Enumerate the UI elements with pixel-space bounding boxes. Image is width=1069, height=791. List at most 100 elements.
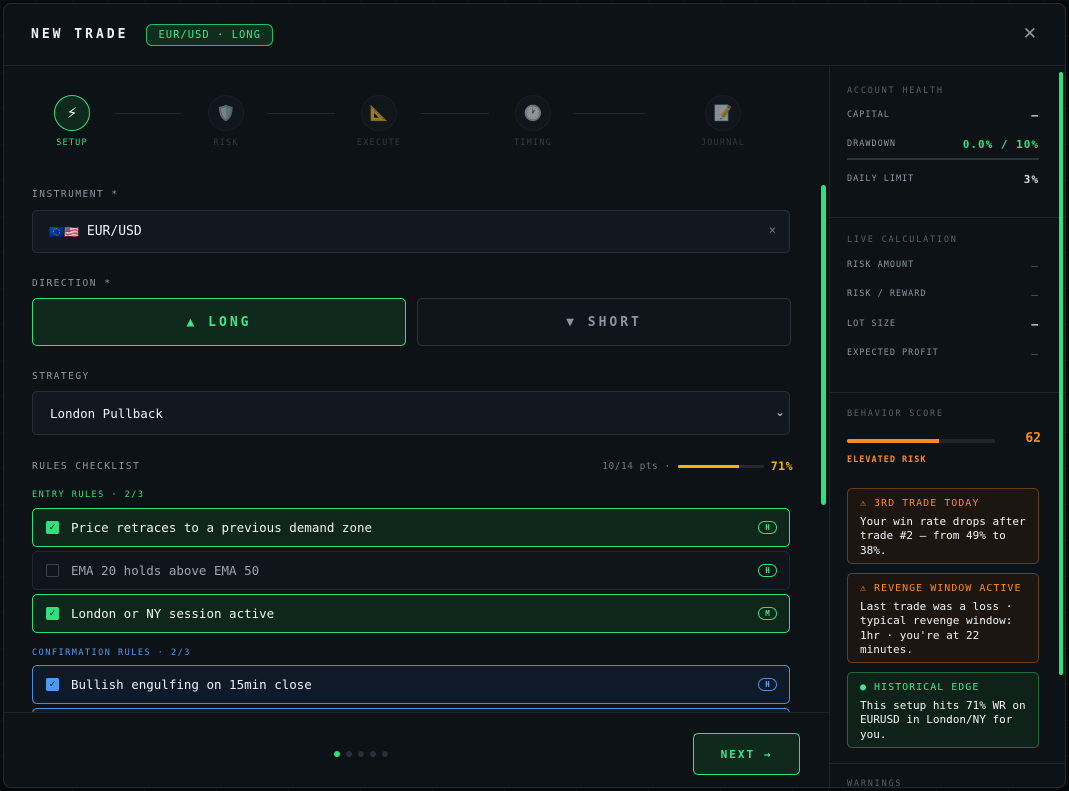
- step-risk[interactable]: 🛡️ RISK: [186, 95, 266, 148]
- behavior-score-value: 62: [1025, 431, 1041, 446]
- behavior-score-bar: [847, 439, 995, 443]
- form-scrollbar[interactable]: [821, 185, 826, 505]
- warnings-title: WARNINGS: [847, 779, 903, 788]
- capital-label: CAPITAL: [847, 110, 890, 120]
- divider: [830, 217, 1065, 218]
- checkbox-checked-icon[interactable]: ✓: [46, 678, 59, 691]
- page-dot[interactable]: [358, 751, 364, 757]
- rule-item[interactable]: ✓ Bullish engulfing on 15min close H: [32, 665, 790, 704]
- lot-size-value: —: [1031, 318, 1039, 331]
- memo-icon: 📝: [705, 95, 741, 131]
- page-dot[interactable]: [382, 751, 388, 757]
- chevron-down-icon: ⌄: [774, 405, 785, 419]
- rules-progress-fill: [677, 464, 739, 468]
- priority-tag: M: [758, 607, 777, 620]
- capital-value: —: [1031, 109, 1039, 122]
- page-dot[interactable]: [370, 751, 376, 757]
- pair-direction-badge: EUR/USD · LONG: [146, 23, 273, 46]
- strategy-value: London Pullback: [50, 405, 163, 421]
- rule-item[interactable]: ✓ London or NY session active M: [32, 594, 790, 633]
- step-journal[interactable]: 📝 JOURNAL: [683, 95, 763, 148]
- step-execute[interactable]: 📐 EXECUTE: [339, 95, 419, 148]
- alert-title: ⚠ REVENGE WINDOW ACTIVE: [860, 583, 1022, 594]
- modal-title: NEW TRADE: [31, 27, 129, 42]
- risk-amount-label: RISK AMOUNT: [847, 260, 915, 270]
- behavior-score-title: BEHAVIOR SCORE: [847, 409, 944, 419]
- priority-tag: H: [758, 521, 777, 534]
- step-connector: [267, 113, 335, 114]
- entry-rules-title: ENTRY RULES · 2/3: [32, 490, 145, 500]
- risk-amount-value: —: [1031, 259, 1039, 272]
- flag-icon: 🇪🇺🇺🇸: [49, 224, 79, 239]
- step-label: JOURNAL: [700, 138, 746, 148]
- new-trade-modal: NEW TRADE EUR/USD · LONG ✕ ⚡ SETUP 🛡️ RI…: [3, 3, 1066, 788]
- lightning-icon: ⚡: [54, 95, 90, 131]
- page-dot[interactable]: [346, 751, 352, 757]
- stepper: ⚡ SETUP 🛡️ RISK 📐 EXECUTE 🕐 TIMING 📝 JOU…: [4, 95, 829, 155]
- strategy-label: STRATEGY: [32, 371, 90, 382]
- step-setup[interactable]: ⚡ SETUP: [32, 95, 112, 148]
- ruler-triangle-icon: 📐: [361, 95, 397, 131]
- rule-item[interactable]: EMA 20 holds above EMA 50 H: [32, 551, 790, 590]
- alert-card-historical-edge: ● HISTORICAL EDGE This setup hits 71% WR…: [847, 672, 1039, 748]
- sidebar-panel: ACCOUNT HEALTH CAPITAL — DRAWDOWN 0.0% /…: [829, 67, 1065, 788]
- rule-item[interactable]: ✓ Price retraces to a previous demand zo…: [32, 508, 790, 547]
- close-icon[interactable]: ✕: [1023, 24, 1037, 44]
- checkbox-checked-icon[interactable]: ✓: [46, 521, 59, 534]
- shield-icon: 🛡️: [208, 95, 244, 131]
- step-connector: [421, 113, 489, 114]
- checkbox-unchecked-icon[interactable]: [46, 564, 59, 577]
- drawdown-bar: [847, 158, 1039, 160]
- expected-profit-value: —: [1031, 347, 1039, 360]
- direction-label: DIRECTION *: [32, 278, 112, 289]
- instrument-field[interactable]: 🇪🇺🇺🇸 EUR/USD ×: [32, 210, 790, 253]
- drawdown-label: DRAWDOWN: [847, 139, 896, 149]
- rules-score: 10/14 pts · 71%: [602, 459, 793, 473]
- step-connector: [574, 113, 646, 114]
- divider: [830, 763, 1065, 764]
- step-timing[interactable]: 🕐 TIMING: [493, 95, 573, 148]
- lot-size-row: LOT SIZE —: [847, 318, 1039, 331]
- capital-row: CAPITAL —: [847, 109, 1039, 122]
- lot-size-label: LOT SIZE: [847, 319, 896, 329]
- account-health-title: ACCOUNT HEALTH: [847, 86, 944, 96]
- risk-reward-label: RISK / REWARD: [847, 289, 927, 299]
- expected-profit-label: EXPECTED PROFIT: [847, 348, 939, 358]
- confirmation-rules-title: CONFIRMATION RULES · 2/3: [32, 648, 191, 658]
- alert-card-revenge-window: ⚠ REVENGE WINDOW ACTIVE Last trade was a…: [847, 573, 1039, 663]
- instrument-value: EUR/USD: [86, 224, 142, 239]
- instrument-label: INSTRUMENT *: [32, 189, 119, 200]
- step-label: TIMING: [514, 138, 552, 148]
- modal-header: NEW TRADE EUR/USD · LONG ✕: [4, 4, 1065, 66]
- sidebar-scrollbar[interactable]: [1059, 72, 1063, 675]
- step-connector: [114, 113, 182, 114]
- next-button[interactable]: NEXT →: [693, 733, 800, 775]
- checkbox-checked-icon[interactable]: ✓: [46, 607, 59, 620]
- rules-progress-bar: [677, 464, 764, 468]
- risk-reward-value: —: [1031, 288, 1039, 301]
- daily-limit-value: 3%: [1023, 173, 1039, 186]
- behavior-score-fill: [847, 439, 939, 443]
- expected-profit-row: EXPECTED PROFIT —: [847, 347, 1039, 360]
- long-button[interactable]: ▲ LONG: [32, 298, 406, 346]
- step-label: SETUP: [56, 138, 88, 148]
- page-dot[interactable]: [334, 751, 340, 757]
- alert-card-third-trade: ⚠ 3RD TRADE TODAY Your win rate drops af…: [847, 488, 1039, 564]
- alert-title: ⚠ 3RD TRADE TODAY: [860, 498, 980, 509]
- clock-icon: 🕐: [515, 95, 551, 131]
- step-label: RISK: [213, 138, 239, 148]
- clear-icon[interactable]: ×: [769, 223, 776, 237]
- live-calculation-title: LIVE CALCULATION: [847, 235, 958, 245]
- alert-body: Last trade was a loss · typical revenge …: [860, 599, 1013, 657]
- priority-tag: H: [758, 678, 777, 691]
- strategy-select[interactable]: London Pullback ⌄: [32, 391, 790, 435]
- rule-text: EMA 20 holds above EMA 50: [71, 563, 260, 578]
- short-button[interactable]: ▼ SHORT: [417, 298, 791, 346]
- daily-limit-label: DAILY LIMIT: [847, 174, 915, 184]
- divider: [830, 392, 1065, 393]
- rule-text: Bullish engulfing on 15min close: [71, 677, 312, 692]
- drawdown-value: 0.0% / 10%: [962, 138, 1039, 151]
- risk-amount-row: RISK AMOUNT —: [847, 259, 1039, 272]
- risk-reward-row: RISK / REWARD —: [847, 288, 1039, 301]
- rules-checklist-label: RULES CHECKLIST: [32, 461, 141, 472]
